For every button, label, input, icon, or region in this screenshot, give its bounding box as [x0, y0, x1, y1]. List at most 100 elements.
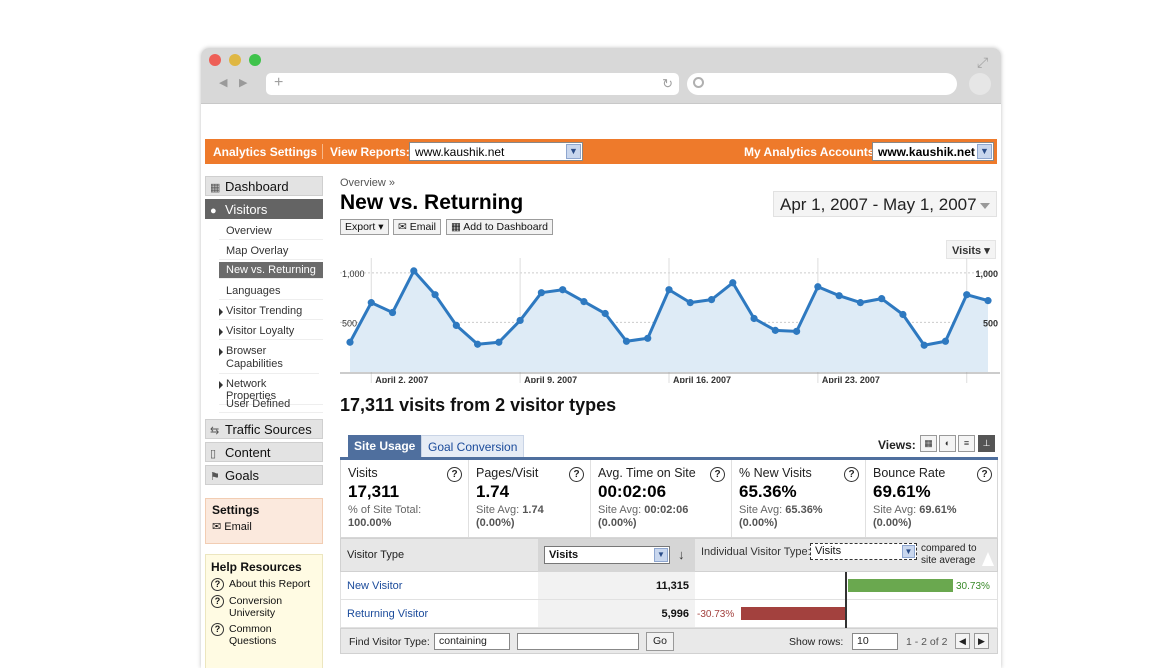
- nav-goals[interactable]: ⚑ Goals: [205, 465, 323, 485]
- analytics-settings-link[interactable]: Analytics Settings: [213, 145, 317, 159]
- settings-email-link[interactable]: ✉ Email: [212, 520, 316, 533]
- reload-icon[interactable]: ↻: [662, 76, 673, 92]
- expand-arrow-icon: [219, 381, 223, 389]
- help-common-questions[interactable]: ? Common Questions: [211, 623, 317, 647]
- nav-sub-user-defined[interactable]: User Defined: [219, 396, 323, 413]
- help-item-label: About this Report: [229, 578, 311, 590]
- sort-descending-icon[interactable]: ↓: [678, 547, 685, 562]
- email-button[interactable]: ✉ Email: [393, 219, 441, 235]
- tab-goal-conversion[interactable]: Goal Conversion: [421, 435, 525, 457]
- y-tick-label-left: 500: [342, 318, 357, 328]
- help-icon[interactable]: ?: [977, 467, 992, 482]
- metric-value: 69.61%: [873, 482, 931, 501]
- tab-site-usage[interactable]: Site Usage: [348, 435, 422, 457]
- analytics-top-bar: Analytics Settings View Reports: www.kau…: [205, 139, 997, 164]
- nav-traffic-label: Traffic Sources: [225, 422, 312, 437]
- user-icon: ●: [210, 205, 217, 217]
- export-button[interactable]: Export ▾: [340, 219, 389, 235]
- previous-page-icon[interactable]: ◀: [955, 633, 970, 649]
- table-row: Returning Visitor 5,996 -30.73%: [340, 600, 998, 628]
- help-icon[interactable]: ?: [447, 467, 462, 482]
- table-row: New Visitor 11,315 30.73%: [340, 572, 998, 600]
- bar-view-icon[interactable]: ≡: [958, 435, 975, 452]
- data-point: [388, 308, 397, 317]
- comparison-view-icon[interactable]: ⊥: [978, 435, 995, 452]
- sort-metric-select[interactable]: Visits ▼: [544, 546, 670, 564]
- nav-sub-visitor-trending[interactable]: Visitor Trending: [219, 303, 323, 320]
- metric-sub: Site Avg: 1.74 (0.00%): [476, 504, 583, 530]
- nav-dashboard[interactable]: ▦ Dashboard: [205, 176, 323, 196]
- chevron-down-icon: ▼: [654, 548, 668, 562]
- new-tab-icon[interactable]: +: [274, 74, 283, 92]
- chevron-down-icon: [980, 203, 990, 209]
- forward-icon[interactable]: ▶: [239, 76, 247, 89]
- individual-visitor-type-select[interactable]: Visits ▼: [810, 543, 917, 560]
- next-page-icon[interactable]: ▶: [974, 633, 989, 649]
- fullscreen-icon[interactable]: ⤢: [977, 54, 988, 71]
- toolbar-round-button[interactable]: [969, 73, 991, 95]
- nav-sub-overview[interactable]: Overview: [219, 223, 323, 240]
- nav-sub-label: Visitor Trending: [226, 305, 303, 317]
- data-point: [707, 296, 716, 304]
- data-point: [686, 299, 694, 307]
- y-tick-label-right: 1,000: [975, 269, 998, 279]
- table-header: Visitor Type Visits ▼ ↓ Individual Visit…: [340, 538, 998, 572]
- divider: [322, 144, 323, 159]
- metric-sub-change: (0.00%): [739, 517, 778, 529]
- close-window-button[interactable]: [209, 54, 221, 66]
- data-point: [878, 295, 886, 303]
- add-to-dashboard-button[interactable]: ▦ Add to Dashboard: [446, 219, 553, 235]
- visitor-type-link[interactable]: New Visitor: [347, 580, 402, 592]
- comparison-axis: [845, 572, 847, 628]
- table-view-icon[interactable]: ▦: [920, 435, 937, 452]
- chevron-down-icon: ▼: [902, 545, 915, 558]
- help-icon: ?: [211, 578, 224, 591]
- data-point: [644, 334, 652, 342]
- flag-icon: ⚑: [210, 471, 220, 483]
- help-conversion-university[interactable]: ? Conversion University: [211, 595, 291, 619]
- help-item-label: Conversion University: [229, 595, 283, 619]
- back-icon[interactable]: ◀: [219, 76, 227, 89]
- chart-metric-menu[interactable]: Visits ▾: [946, 240, 996, 259]
- help-title: Help Resources: [211, 560, 302, 574]
- nav-sub-browser-capabilities[interactable]: Browser Capabilities: [219, 343, 319, 374]
- metric-new-visits: % New Visits 65.36% Site Avg: 65.36% (0.0…: [732, 460, 866, 537]
- add-dashboard-label: Add to Dashboard: [463, 221, 548, 233]
- breadcrumb[interactable]: Overview »: [340, 177, 395, 189]
- minimize-window-button[interactable]: [229, 54, 241, 66]
- address-bar[interactable]: + ↻: [266, 73, 679, 95]
- nav-sub-languages[interactable]: Languages: [219, 283, 323, 300]
- date-range-picker[interactable]: Apr 1, 2007 - May 1, 2007: [773, 191, 997, 217]
- data-point: [452, 321, 460, 330]
- help-icon: ?: [211, 595, 224, 608]
- view-reports-select[interactable]: www.kaushik.net ▼: [409, 142, 583, 161]
- help-about-report[interactable]: ? About this Report: [211, 578, 317, 591]
- metric-sub: Site Avg: 69.61% (0.00%): [873, 504, 991, 530]
- nav-sub-new-vs-returning[interactable]: New vs. Returning: [219, 262, 323, 279]
- x-tick-label: April 23, 2007: [822, 375, 880, 383]
- help-resources-box: Help Resources ? About this Report ? Conve…: [205, 554, 323, 668]
- visits-value: 11,315: [538, 572, 695, 599]
- metric-sub-label: Site Avg:: [873, 504, 920, 516]
- show-rows-value: 10: [857, 635, 869, 647]
- search-bar[interactable]: [687, 73, 957, 95]
- nav-content[interactable]: ▯ Content: [205, 442, 323, 462]
- data-point: [580, 298, 588, 306]
- metric-value: 65.36%: [739, 482, 797, 501]
- compared-to-site-average: compared to site average: [921, 543, 977, 566]
- help-icon[interactable]: ?: [844, 467, 859, 482]
- metrics-panel: Visits 17,311 % of Site Total: 100.00% ? …: [340, 460, 998, 538]
- visitor-type-link[interactable]: Returning Visitor: [347, 608, 428, 620]
- data-point: [622, 337, 631, 345]
- nav-sub-visitor-loyalty[interactable]: Visitor Loyalty: [219, 323, 323, 340]
- help-icon[interactable]: ?: [569, 467, 584, 482]
- pie-view-icon[interactable]: ◐: [939, 435, 956, 452]
- nav-sub-map-overlay[interactable]: Map Overlay: [219, 243, 323, 260]
- help-icon[interactable]: ?: [710, 467, 725, 482]
- zoom-window-button[interactable]: [249, 54, 261, 66]
- nav-visitors[interactable]: ● Visitors: [205, 199, 323, 219]
- accounts-select[interactable]: www.kaushik.net ▼: [872, 142, 994, 161]
- data-point: [346, 338, 354, 346]
- metric-sub: Site Avg: 65.36% (0.00%): [739, 504, 858, 530]
- nav-traffic-sources[interactable]: ⇆ Traffic Sources: [205, 419, 323, 439]
